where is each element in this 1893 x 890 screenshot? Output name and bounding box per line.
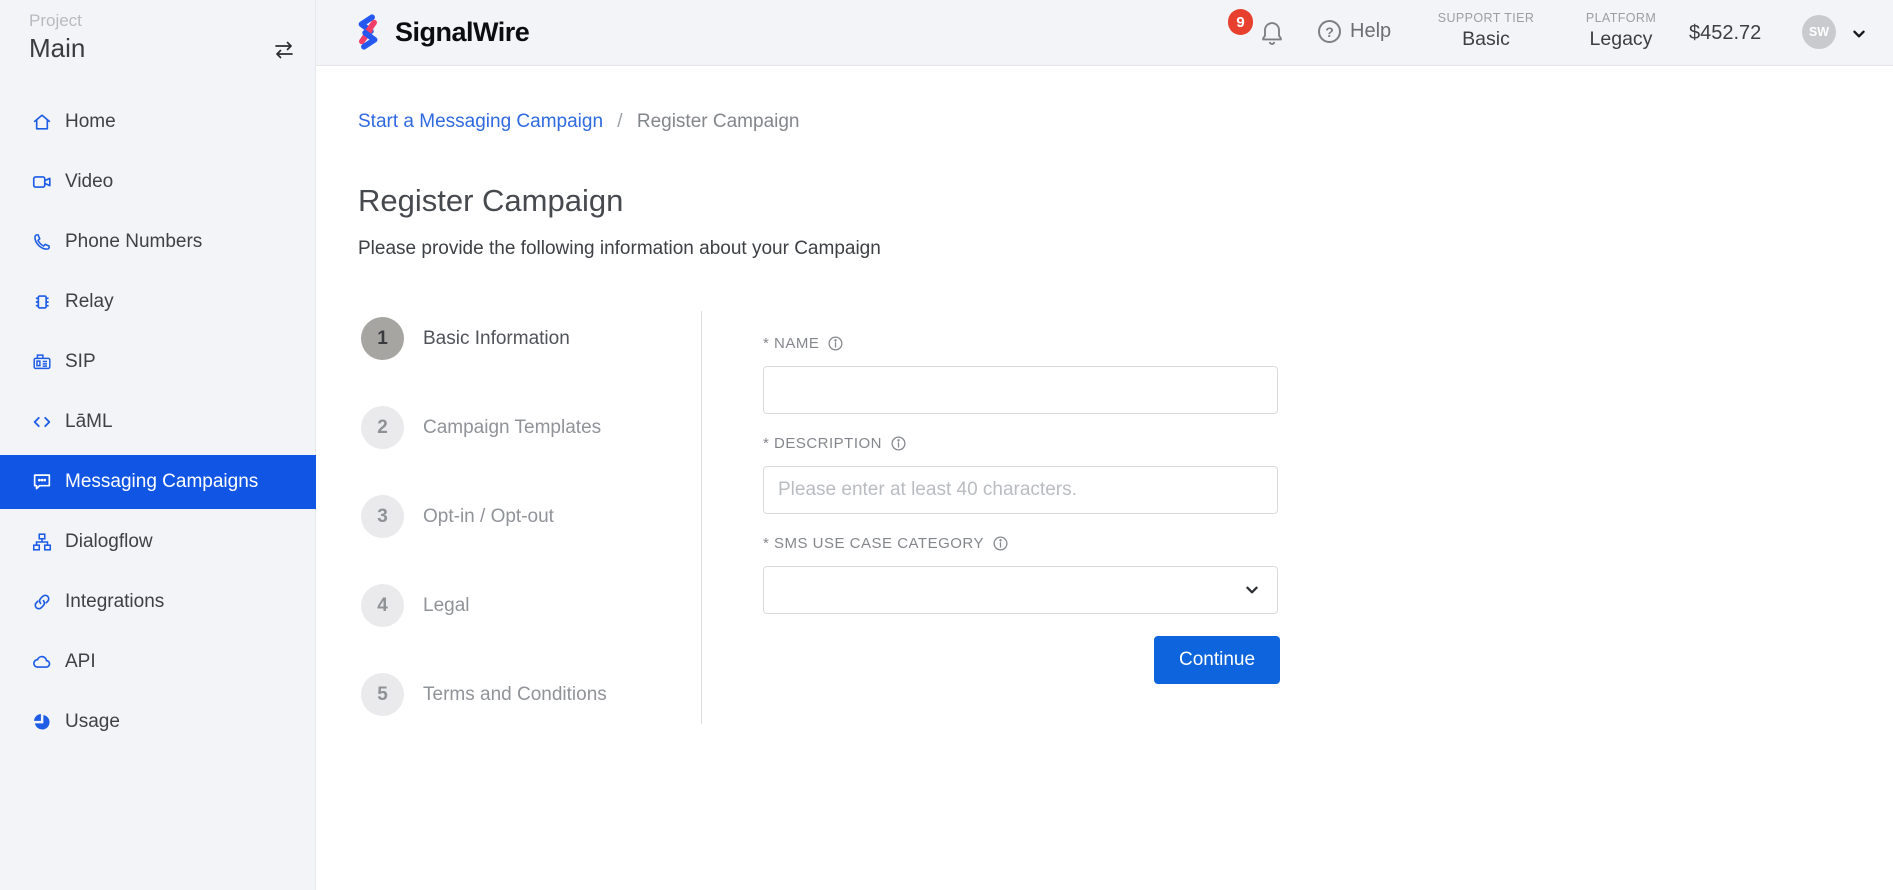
info-icon[interactable] [992, 535, 1009, 552]
sidebar-item-label: Messaging Campaigns [65, 471, 258, 493]
chat-bubble-icon [31, 471, 53, 493]
wizard-stepper: 1 Basic Information 2 Campaign Templates… [361, 317, 607, 716]
bell-icon [1258, 19, 1286, 49]
question-mark-icon: ? [1318, 20, 1341, 43]
sidebar-item-messaging-campaigns[interactable]: Messaging Campaigns [0, 455, 316, 509]
sidebar-item-home[interactable]: Home [0, 95, 316, 149]
phone-icon [31, 231, 53, 253]
continue-button[interactable]: Continue [1154, 636, 1280, 684]
chip-icon [31, 291, 53, 313]
step-label: Basic Information [423, 328, 570, 350]
info-icon[interactable] [827, 335, 844, 352]
link-icon [31, 591, 53, 613]
sidebar-item-label: LāML [65, 411, 113, 433]
category-field-label-row: * SMS USE CASE CATEGORY [763, 535, 1009, 552]
sms-use-case-select[interactable] [763, 566, 1278, 614]
description-input[interactable] [763, 466, 1278, 514]
help-button[interactable]: ? Help [1318, 20, 1391, 43]
sidebar-item-video[interactable]: Video [0, 155, 316, 209]
platform-label: PLATFORM [1566, 11, 1676, 25]
select-chevron-down-icon [1241, 579, 1263, 601]
step-opt-in-opt-out[interactable]: 3 Opt-in / Opt-out [361, 495, 607, 538]
support-tier-value: Basic [1426, 28, 1546, 51]
signalwire-logo[interactable]: SignalWire [350, 12, 529, 52]
step-campaign-templates[interactable]: 2 Campaign Templates [361, 406, 607, 449]
signalwire-logo-mark [350, 12, 386, 52]
top-header: SignalWire 9 ? Help SUPPORT TIER Basic P… [316, 0, 1893, 66]
avatar[interactable]: SW [1802, 15, 1836, 49]
step-label: Campaign Templates [423, 417, 601, 439]
support-tier: SUPPORT TIER Basic [1426, 11, 1546, 51]
app-root: Project Main Home Video [0, 0, 1893, 890]
step-legal[interactable]: 4 Legal [361, 584, 607, 627]
category-label: * SMS USE CASE CATEGORY [763, 535, 984, 552]
step-number: 5 [361, 673, 404, 716]
code-icon [31, 411, 53, 433]
description-label: * DESCRIPTION [763, 435, 882, 452]
sidebar-item-label: Relay [65, 291, 114, 313]
platform-value: Legacy [1566, 28, 1676, 51]
account-balance[interactable]: $452.72 [1689, 22, 1761, 45]
page-subtitle: Please provide the following information… [358, 238, 881, 260]
sidebar-item-label: Usage [65, 711, 120, 733]
notification-badge: 9 [1228, 9, 1253, 35]
sidebar-item-label: SIP [65, 351, 96, 373]
breadcrumb-separator: / [617, 111, 622, 132]
description-field-label-row: * DESCRIPTION [763, 435, 907, 452]
sidebar-item-usage[interactable]: Usage [0, 695, 316, 749]
breadcrumb-current: Register Campaign [637, 111, 800, 132]
breadcrumb: Start a Messaging Campaign / Register Ca… [358, 111, 800, 133]
sidebar-item-dialogflow[interactable]: Dialogflow [0, 515, 316, 569]
sidebar-item-label: Home [65, 111, 116, 133]
help-label: Help [1350, 20, 1391, 43]
step-basic-information[interactable]: 1 Basic Information [361, 317, 607, 360]
sidebar-item-integrations[interactable]: Integrations [0, 575, 316, 629]
account-menu-chevron-down-icon[interactable] [1848, 23, 1870, 45]
pie-chart-icon [31, 711, 53, 733]
sidebar-item-label: Phone Numbers [65, 231, 202, 253]
info-icon[interactable] [890, 435, 907, 452]
sidebar-item-label: Integrations [65, 591, 164, 613]
sidebar-item-label: Dialogflow [65, 531, 153, 553]
sidebar: Project Main Home Video [0, 0, 316, 890]
sidebar-item-relay[interactable]: Relay [0, 275, 316, 329]
support-tier-label: SUPPORT TIER [1426, 11, 1546, 25]
stepper-form-divider [701, 311, 702, 724]
notifications-bell[interactable]: 9 [1228, 0, 1292, 60]
home-icon [31, 111, 53, 133]
step-number: 3 [361, 495, 404, 538]
sidebar-nav: Home Video Phone Numbers Relay [0, 95, 316, 749]
sidebar-item-phone-numbers[interactable]: Phone Numbers [0, 215, 316, 269]
step-label: Opt-in / Opt-out [423, 506, 554, 528]
brand-name: SignalWire [395, 17, 529, 48]
name-label: * NAME [763, 335, 819, 352]
project-name: Main [29, 33, 85, 64]
project-label: Project [29, 11, 82, 31]
platform: PLATFORM Legacy [1566, 11, 1676, 51]
step-label: Legal [423, 595, 470, 617]
main-content: Start a Messaging Campaign / Register Ca… [316, 66, 1893, 890]
sidebar-item-api[interactable]: API [0, 635, 316, 689]
sidebar-item-sip[interactable]: SIP [0, 335, 316, 389]
project-switch-icon[interactable] [268, 36, 300, 66]
step-number: 4 [361, 584, 404, 627]
sitemap-icon [31, 531, 53, 553]
page-title: Register Campaign [358, 183, 623, 219]
step-number: 1 [361, 317, 404, 360]
cloud-icon [31, 651, 53, 673]
video-camera-icon [31, 171, 53, 193]
sidebar-item-laml[interactable]: LāML [0, 395, 316, 449]
name-input[interactable] [763, 366, 1278, 414]
step-label: Terms and Conditions [423, 684, 607, 706]
sidebar-item-label: API [65, 651, 96, 673]
step-number: 2 [361, 406, 404, 449]
sidebar-item-label: Video [65, 171, 113, 193]
name-field-label-row: * NAME [763, 335, 844, 352]
breadcrumb-link-start-messaging-campaign[interactable]: Start a Messaging Campaign [358, 111, 603, 132]
step-terms-and-conditions[interactable]: 5 Terms and Conditions [361, 673, 607, 716]
fax-phone-icon [31, 351, 53, 373]
